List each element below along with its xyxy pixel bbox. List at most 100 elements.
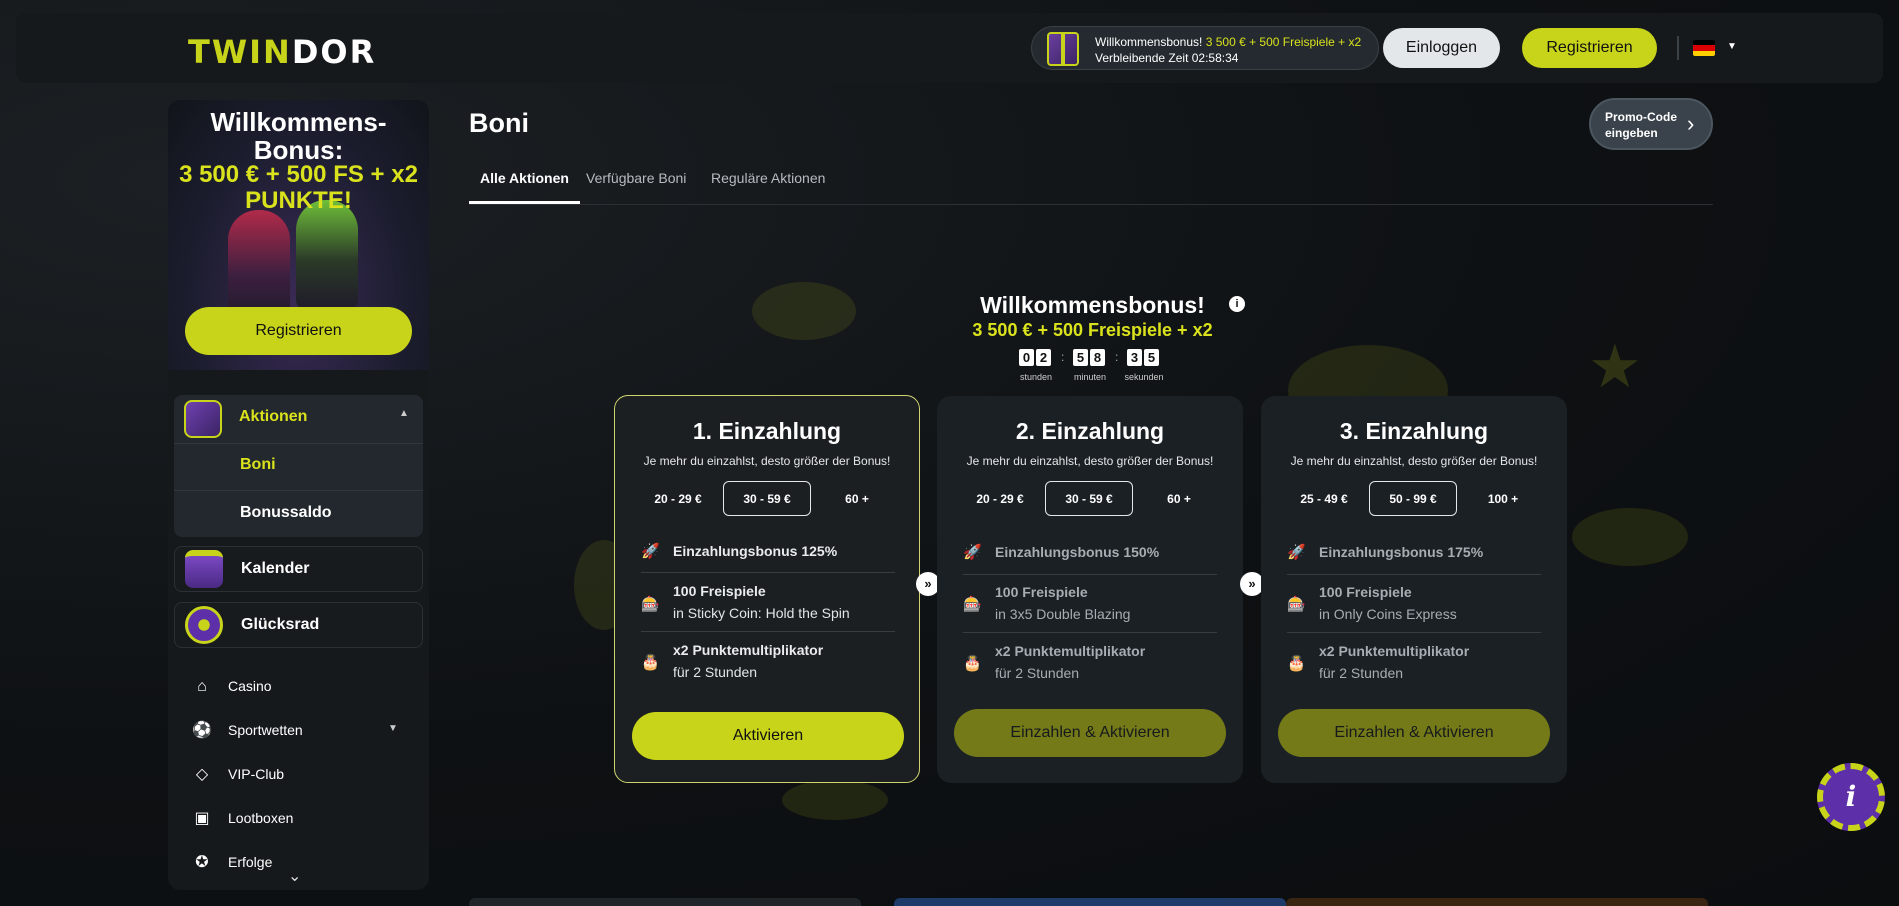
promo-title: Willkommens- Bonus: <box>210 107 387 165</box>
login-button[interactable]: Einloggen <box>1383 28 1500 68</box>
bonus-pill-timer: Verbleibende Zeit 02:58:34 <box>1095 51 1239 65</box>
feature-points-multiplier: x2 Punktemultiplikator <box>673 642 824 658</box>
feature-freespins-game: in Sticky Coin: Hold the Spin <box>673 605 850 621</box>
sidebar-item-vip-club[interactable]: ◇ VIP-Club <box>192 763 412 789</box>
tab-regulaere-aktionen[interactable]: Reguläre Aktionen <box>711 170 825 204</box>
wheel-icon <box>185 606 223 644</box>
deposit-range-option[interactable]: 60 + <box>1135 481 1223 516</box>
feature-freespins-game: in Only Coins Express <box>1319 606 1457 622</box>
sidebar-promo-banner[interactable]: Willkommens- Bonus: 3 500 € + 500 FS + x… <box>168 100 429 370</box>
help-info-button[interactable]: i <box>1817 763 1885 831</box>
promo-tile[interactable] <box>1286 898 1708 906</box>
deposit-range-option[interactable]: 100 + <box>1459 481 1547 516</box>
chevron-up-icon[interactable]: ▲ <box>399 408 409 419</box>
tab-verfuegbare-boni[interactable]: Verfügbare Boni <box>586 170 686 204</box>
tab-alle-aktionen[interactable]: Alle Aktionen <box>469 170 580 204</box>
promo-amount: 3 500 € + 500 FS + x2 PUNKTE! <box>179 161 418 214</box>
deposit-range-option-selected[interactable]: 50 - 99 € <box>1369 481 1457 516</box>
bonus-pill-title: Willkommensbonus! 3 500 € + 500 Freispie… <box>1095 35 1361 49</box>
sidebar-item-aktionen[interactable]: Aktionen ▲ <box>174 395 423 443</box>
deposit-range-option-selected[interactable]: 30 - 59 € <box>723 481 811 516</box>
card-subtitle: Je mehr du einzahlst, desto größer der B… <box>1290 454 1538 468</box>
divider <box>1287 574 1541 575</box>
feature-freespins: 100 Freispiele <box>673 583 766 599</box>
divider <box>1287 632 1541 633</box>
sidebar-item-label: VIP-Club <box>228 766 285 782</box>
sidebar-item-label: Aktionen <box>239 408 308 425</box>
sidebar-item-gluecksrad[interactable]: Glücksrad <box>174 602 423 648</box>
welcome-bonus-pill[interactable]: Willkommensbonus! 3 500 € + 500 Freispie… <box>1031 26 1379 70</box>
divider <box>174 443 423 444</box>
countdown-timer: 0 2 : 5 8 : 3 5 stunden minuten sekunden <box>1016 349 1176 385</box>
home-icon: ⌂ <box>197 678 207 695</box>
gift-icon <box>1047 32 1079 66</box>
timer-colon: : <box>1115 350 1119 364</box>
deposit-range-option-selected[interactable]: 30 - 59 € <box>1045 481 1133 516</box>
bonus-pill-label: Willkommensbonus! <box>1095 35 1203 49</box>
deposit-range-option[interactable]: 20 - 29 € <box>956 481 1044 516</box>
info-icon: i <box>1845 780 1857 813</box>
diamond-icon: ◇ <box>195 766 209 783</box>
sidebar-item-label: Lootboxen <box>228 810 294 826</box>
chevron-right-icon: › <box>1687 111 1695 136</box>
timer-colon: : <box>1061 350 1065 364</box>
medal-icon: ✪ <box>195 854 209 871</box>
sidebar-item-kalender[interactable]: Kalender <box>174 546 423 592</box>
divider <box>963 632 1217 633</box>
bonus-pill-highlight: 3 500 € + 500 Freispiele + x2 <box>1205 35 1362 49</box>
sidebar-item-casino[interactable]: ⌂ Casino <box>192 675 412 701</box>
timer-digit: 8 <box>1090 349 1105 366</box>
sidebar-item-boni[interactable]: Boni <box>240 456 276 474</box>
welcome-bonus-subtitle: 3 500 € + 500 Freispiele + x2 <box>972 320 1213 340</box>
promo-character-right <box>296 200 358 310</box>
sidebar-item-label: Casino <box>228 678 272 694</box>
deposit-activate-button[interactable]: Einzahlen & Aktivieren <box>954 709 1226 757</box>
points-multiplier-icon: 🎂 <box>1287 655 1306 672</box>
card-subtitle: Je mehr du einzahlst, desto größer der B… <box>966 454 1214 468</box>
feature-freespins: 100 Freispiele <box>995 584 1088 600</box>
decorative-star-icon: ★ <box>1588 333 1642 400</box>
info-icon[interactable]: i <box>1229 296 1245 312</box>
decorative-chip <box>1572 508 1688 566</box>
welcome-bonus-title: Willkommensbonus! <box>980 292 1205 318</box>
sidebar-item-sportwetten[interactable]: ⚽ Sportwetten ▼ <box>192 719 412 745</box>
feature-deposit-bonus: Einzahlungsbonus 125% <box>673 543 838 559</box>
promo-tile[interactable] <box>469 898 861 906</box>
german-flag-icon[interactable] <box>1693 40 1715 56</box>
timer-digit: 0 <box>1019 349 1034 366</box>
sidebar-item-bonussaldo[interactable]: Bonussaldo <box>240 504 332 522</box>
register-button[interactable]: Registrieren <box>1522 28 1657 68</box>
activate-button[interactable]: Aktivieren <box>632 712 904 760</box>
soccer-icon: ⚽ <box>192 722 212 739</box>
sidebar-item-label: Glücksrad <box>241 616 320 633</box>
sidebar-register-button[interactable]: Registrieren <box>185 307 412 355</box>
gift-box-icon <box>184 400 222 438</box>
sidebar-group-aktionen: Aktionen ▲ Boni Bonussaldo <box>174 395 423 537</box>
promo-code-button[interactable]: Promo-Code eingeben › <box>1589 98 1713 150</box>
timer-label-hours: stunden <box>1019 372 1053 382</box>
logo[interactable]: TWINDOR <box>188 33 376 71</box>
double-chevron-down-icon[interactable]: ⌄ <box>288 866 301 886</box>
feature-deposit-bonus: Einzahlungsbonus 150% <box>995 544 1160 560</box>
sidebar-item-lootboxen[interactable]: ▣ Lootboxen <box>192 807 412 833</box>
deposit-activate-button[interactable]: Einzahlen & Aktivieren <box>1278 709 1550 757</box>
logo-part-1: TWIN <box>188 33 292 71</box>
feature-freespins: 100 Freispiele <box>1319 584 1412 600</box>
top-header: TWINDOR Willkommensbonus! 3 500 € + 500 … <box>16 13 1883 83</box>
deposit-range-option[interactable]: 20 - 29 € <box>634 481 722 516</box>
deposit-range-option[interactable]: 25 - 49 € <box>1280 481 1368 516</box>
card-subtitle: Je mehr du einzahlst, desto größer der B… <box>643 454 891 468</box>
tab-bar: Alle Aktionen Verfügbare Boni Reguläre A… <box>469 170 1713 205</box>
timer-label-seconds: sekunden <box>1124 372 1164 382</box>
deposit-range-option[interactable]: 60 + <box>813 481 901 516</box>
card-title: 1. Einzahlung <box>692 418 842 444</box>
feature-points-duration: für 2 Stunden <box>1319 665 1404 681</box>
chevron-down-icon[interactable]: ▼ <box>1727 41 1737 52</box>
timer-label-minutes: minuten <box>1073 372 1107 382</box>
decorative-chip <box>752 282 856 340</box>
promo-tile[interactable] <box>894 898 1286 906</box>
divider <box>641 572 895 573</box>
slot-machine-icon: 🎰 <box>1287 596 1306 613</box>
chevron-down-icon[interactable]: ▼ <box>388 723 398 734</box>
sidebar-item-erfolge[interactable]: ✪ Erfolge <box>192 851 412 877</box>
